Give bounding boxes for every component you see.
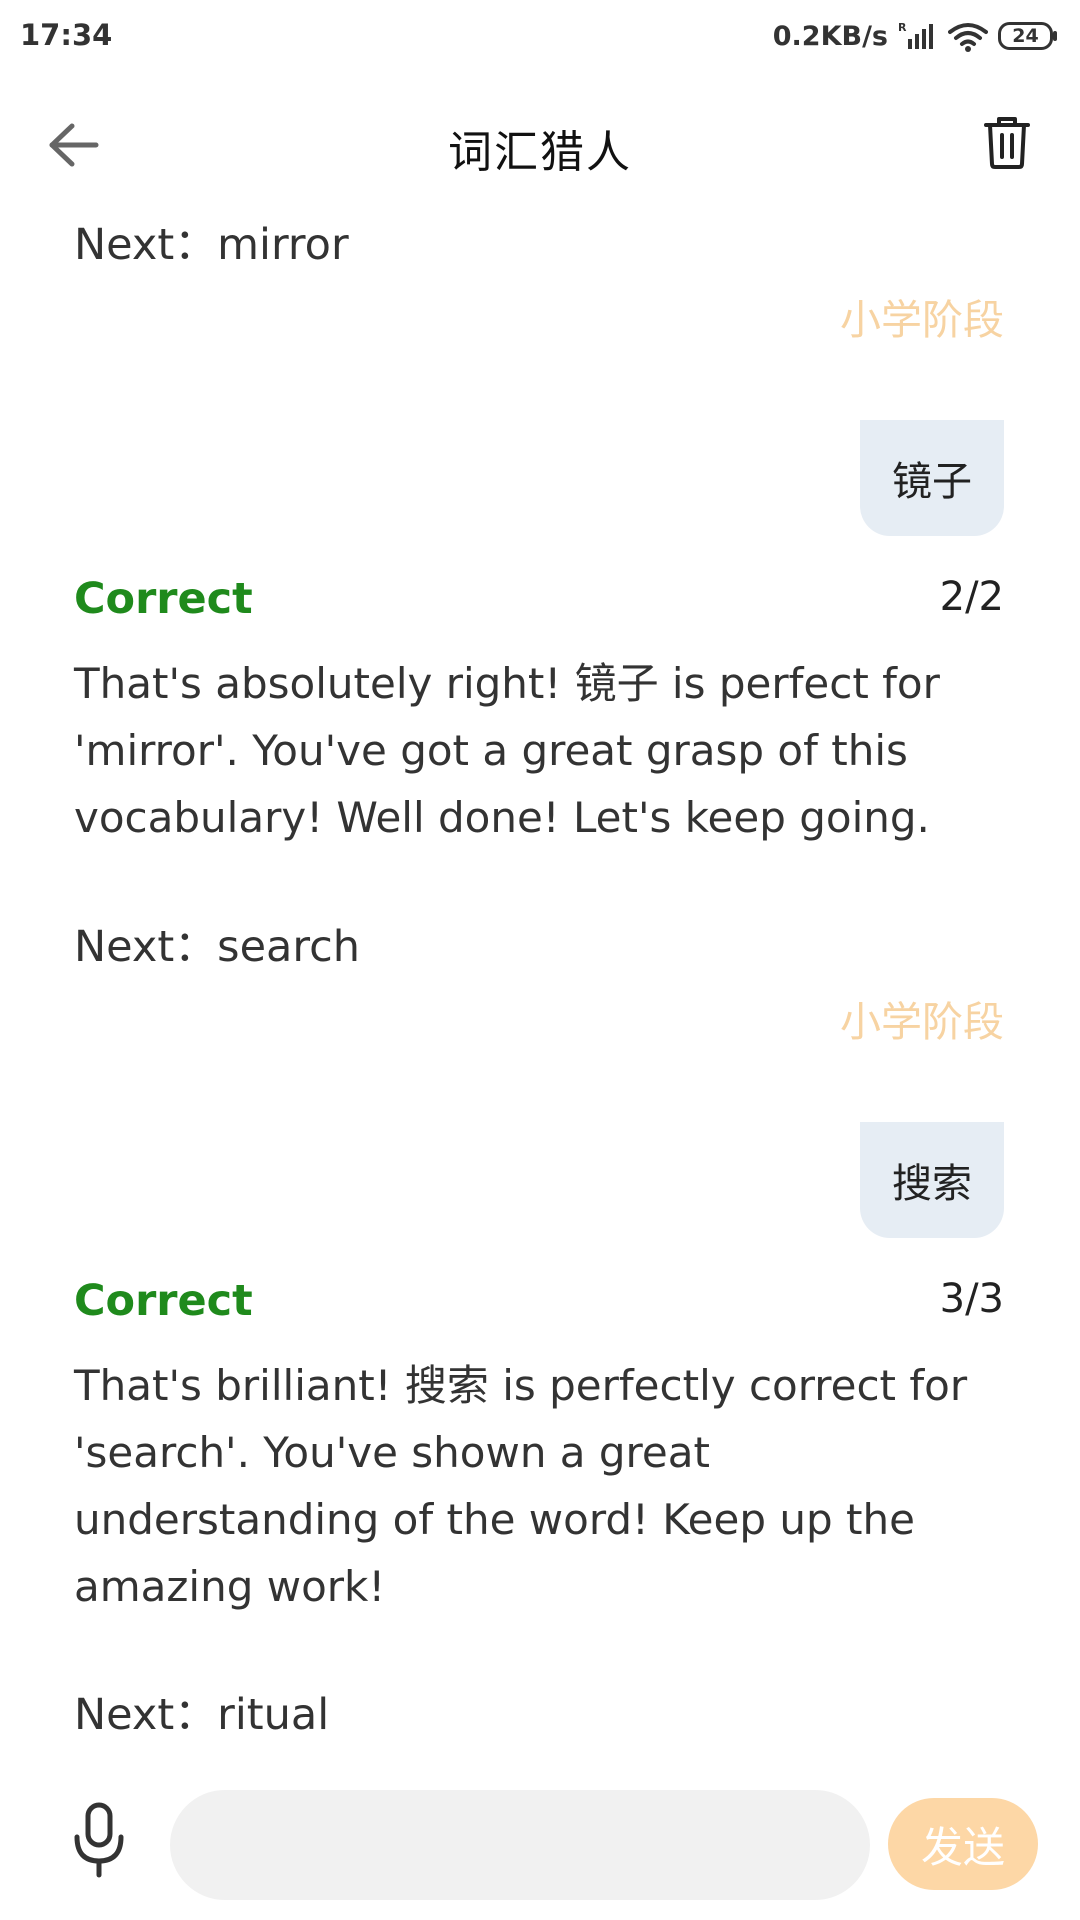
status-time: 17:34 (20, 18, 113, 52)
battery-icon: 24 (998, 22, 1058, 50)
next-word-prompt: Next：ritual (74, 1690, 330, 1740)
wifi-icon (948, 20, 988, 52)
svg-text:R: R (898, 21, 907, 34)
microphone-button[interactable] (64, 1798, 134, 1888)
page-title: 词汇猎人 (448, 127, 632, 178)
input-bar: 发送 (0, 1760, 1080, 1920)
message-input[interactable] (170, 1790, 870, 1900)
status-indicators: 0.2KB/s R 24 (773, 16, 1058, 56)
feedback-text: That's absolutely right! 镜子 is perfect f… (74, 659, 940, 842)
next-word-prompt: Next：search (74, 922, 361, 972)
user-message-bubble: 搜索 (860, 1122, 1004, 1238)
progress-count: 2/2 (939, 574, 1004, 620)
app-bar: 词汇猎人 (0, 74, 1080, 216)
delete-button[interactable] (974, 112, 1040, 178)
result-label: Correct (74, 1276, 253, 1326)
chat-area[interactable]: Next：mirror 小学阶段 镜子 Correct 2/2 That's a… (0, 200, 1080, 1760)
battery-level: 24 (1012, 25, 1039, 47)
feedback-text: That's brilliant! 搜索 is perfectly correc… (74, 1361, 968, 1611)
status-bar: 17:34 0.2KB/s R 24 (0, 0, 1080, 74)
user-message-bubble: 镜子 (860, 420, 1004, 536)
result-label: Correct (74, 574, 253, 624)
next-word-prompt: Next：mirror (74, 220, 349, 270)
microphone-icon (71, 1801, 127, 1885)
progress-count: 3/3 (939, 1276, 1004, 1322)
signal-icon: R (898, 21, 938, 51)
network-speed: 0.2KB/s (772, 20, 888, 52)
send-button[interactable]: 发送 (888, 1798, 1038, 1890)
stage-tag: 小学阶段 (840, 296, 1004, 344)
stage-tag: 小学阶段 (840, 998, 1004, 1046)
trash-icon (984, 117, 1030, 173)
